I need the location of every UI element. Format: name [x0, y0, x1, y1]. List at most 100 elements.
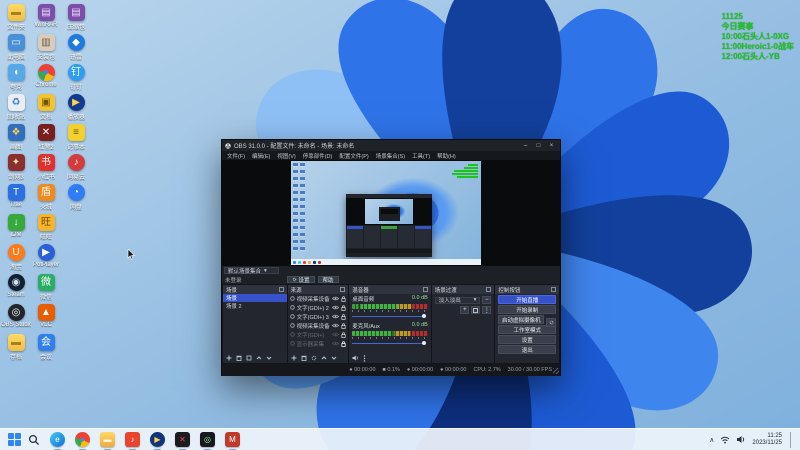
account-settings-button[interactable]: 设置: [286, 276, 315, 284]
lock-icon[interactable]: [341, 322, 346, 329]
control-button[interactable]: 退出: [498, 345, 556, 354]
taskbar-app-icon[interactable]: ▬: [100, 432, 115, 450]
desktop-icon[interactable]: ▬ 存档: [2, 334, 30, 364]
resize-grip[interactable]: [553, 368, 559, 374]
add-source-icon[interactable]: [291, 355, 297, 361]
mixer-options-dots-icon[interactable]: [363, 354, 366, 362]
virtual-camera-config-button[interactable]: [546, 318, 556, 327]
source-item[interactable]: 文字(GDI+): [288, 330, 349, 339]
scene-item[interactable]: 场景: [223, 294, 287, 302]
desktop-icon[interactable]: ❖ 画图: [2, 124, 30, 154]
dock-popout-icon[interactable]: [551, 287, 556, 292]
maximize-button[interactable]: □: [533, 141, 544, 150]
source-item[interactable]: 文字(GDI+) 3: [288, 312, 349, 321]
lock-icon[interactable]: [341, 304, 346, 311]
desktop-icon[interactable]: U 淘宝: [2, 244, 30, 274]
move-up-icon[interactable]: [321, 355, 327, 361]
control-button[interactable]: 启动虚拟摄像机: [498, 315, 544, 324]
start-button[interactable]: [8, 433, 21, 446]
menu-item[interactable]: 编辑(E): [252, 152, 270, 160]
remove-source-icon[interactable]: [301, 355, 307, 361]
taskbar-app-icon[interactable]: ♪: [125, 432, 140, 450]
desktop-icon[interactable]: ✕ 红警2: [32, 124, 60, 154]
taskbar-app-icon[interactable]: ●: [75, 432, 90, 450]
account-help-button[interactable]: 帮助: [317, 276, 339, 284]
speaker-icon[interactable]: [736, 435, 746, 444]
menu-item[interactable]: 帮助(H): [437, 152, 456, 160]
desktop-icon[interactable]: ◖ 夸克: [2, 64, 30, 94]
remove-transition-button[interactable]: −: [482, 296, 492, 304]
menu-item[interactable]: 停靠部件(D): [303, 152, 333, 160]
obs-preview[interactable]: [222, 160, 560, 266]
dock-popout-icon[interactable]: [486, 287, 492, 292]
dock-popout-icon[interactable]: [422, 287, 428, 292]
desktop-icon[interactable]: ▤ 压缩包: [62, 4, 90, 34]
control-button[interactable]: 设置: [498, 335, 556, 344]
desktop-icon[interactable]: 旺 旺旺: [32, 214, 60, 244]
show-desktop-button[interactable]: [790, 431, 792, 448]
visibility-eye-icon[interactable]: [332, 305, 340, 310]
menu-item[interactable]: 配置文件(P): [339, 152, 368, 160]
desktop-icon[interactable]: ▬ 文件夹: [2, 4, 30, 34]
visibility-eye-icon[interactable]: [332, 314, 340, 319]
lock-icon[interactable]: [341, 331, 346, 338]
menu-item[interactable]: 工具(T): [412, 152, 430, 160]
visibility-eye-icon[interactable]: [332, 341, 340, 346]
desktop-icon[interactable]: ▶ PotPlayer: [32, 244, 60, 274]
taskbar-clock[interactable]: 11:25 2023/11/25: [752, 433, 782, 447]
desktop-icon[interactable]: 会 会议: [32, 334, 60, 364]
taskbar-app-icon[interactable]: ▶: [150, 432, 165, 450]
volume-slider[interactable]: [352, 313, 428, 319]
desktop-icon[interactable]: ♪ 网易云: [62, 154, 90, 184]
move-down-icon[interactable]: [266, 355, 272, 361]
network-icon[interactable]: [720, 435, 730, 444]
scene-item[interactable]: 场景 2: [223, 302, 287, 310]
taskbar-app-icon[interactable]: ◎: [200, 432, 215, 450]
move-up-icon[interactable]: [256, 355, 262, 361]
desktop-icon[interactable]: ▭ 此电脑: [2, 34, 30, 64]
add-transition-button[interactable]: +: [460, 306, 470, 314]
desktop-icon[interactable]: ◔ 网盘: [62, 184, 90, 214]
lock-icon[interactable]: [341, 295, 346, 302]
desktop-icon[interactable]: ▣ 文档: [32, 94, 60, 124]
dock-popout-icon[interactable]: [278, 287, 284, 292]
transition-select[interactable]: 淡入淡出 ▾: [434, 296, 481, 304]
move-down-icon[interactable]: [331, 355, 337, 361]
desktop-icon[interactable]: ▲ VLC: [32, 304, 60, 334]
dock-popout-icon[interactable]: [340, 287, 346, 292]
desktop-icon[interactable]: ▤ WinRAR: [32, 4, 60, 34]
desktop-icon[interactable]: ↓ IDM: [2, 214, 30, 244]
taskbar-app-icon[interactable]: e: [50, 432, 65, 450]
transition-options-button[interactable]: ⋮: [482, 306, 492, 314]
desktop-icon[interactable]: ✦ 剑网3: [2, 154, 30, 184]
minimize-button[interactable]: –: [520, 141, 531, 150]
taskbar-app-icon[interactable]: ✕: [175, 432, 190, 450]
desktop-icon[interactable]: ▥ 安装包: [32, 34, 60, 64]
control-button[interactable]: 开始录制: [498, 305, 556, 314]
source-item[interactable]: 视频采集设备: [288, 294, 349, 303]
remove-scene-icon[interactable]: [236, 355, 242, 361]
add-scene-icon[interactable]: [226, 355, 232, 361]
desktop-icon[interactable]: ▶ 播放器: [62, 94, 90, 124]
desktop-icon[interactable]: 书 小红书: [32, 154, 60, 184]
source-properties-gear-icon[interactable]: [311, 355, 317, 361]
transition-duration-button[interactable]: [471, 306, 481, 314]
desktop-icon[interactable]: ◆ 迅雷: [62, 34, 90, 64]
lock-icon[interactable]: [341, 340, 346, 347]
control-button[interactable]: 开始直播: [498, 295, 556, 304]
desktop-icon[interactable]: ♻ 回收站: [2, 94, 30, 124]
source-item[interactable]: 视频采集设备 2: [288, 321, 349, 330]
desktop-icon[interactable]: 盾 火绒: [32, 184, 60, 214]
desktop-icon[interactable]: ● Chrome: [32, 64, 60, 94]
desktop-icon[interactable]: T Trae: [2, 184, 30, 214]
desktop-icon[interactable]: 微 微信: [32, 274, 60, 304]
desktop-icon[interactable]: ◎ OBS Studio: [1, 304, 31, 334]
scene-filters-icon[interactable]: [246, 355, 252, 361]
obs-titlebar[interactable]: OBS 31.0.0 - 配置文件: 未命名 - 场景: 未命名 – □ ×: [222, 140, 560, 151]
desktop-icon[interactable]: 钉 钉钉: [62, 64, 90, 94]
visibility-eye-icon[interactable]: [332, 296, 340, 301]
desktop-icon[interactable]: ≡ 记事本: [62, 124, 90, 154]
source-item[interactable]: 显示器采集: [288, 339, 349, 348]
visibility-eye-icon[interactable]: [332, 323, 340, 328]
scene-collection-select[interactable]: 默认场景集合 ▾: [224, 267, 279, 275]
